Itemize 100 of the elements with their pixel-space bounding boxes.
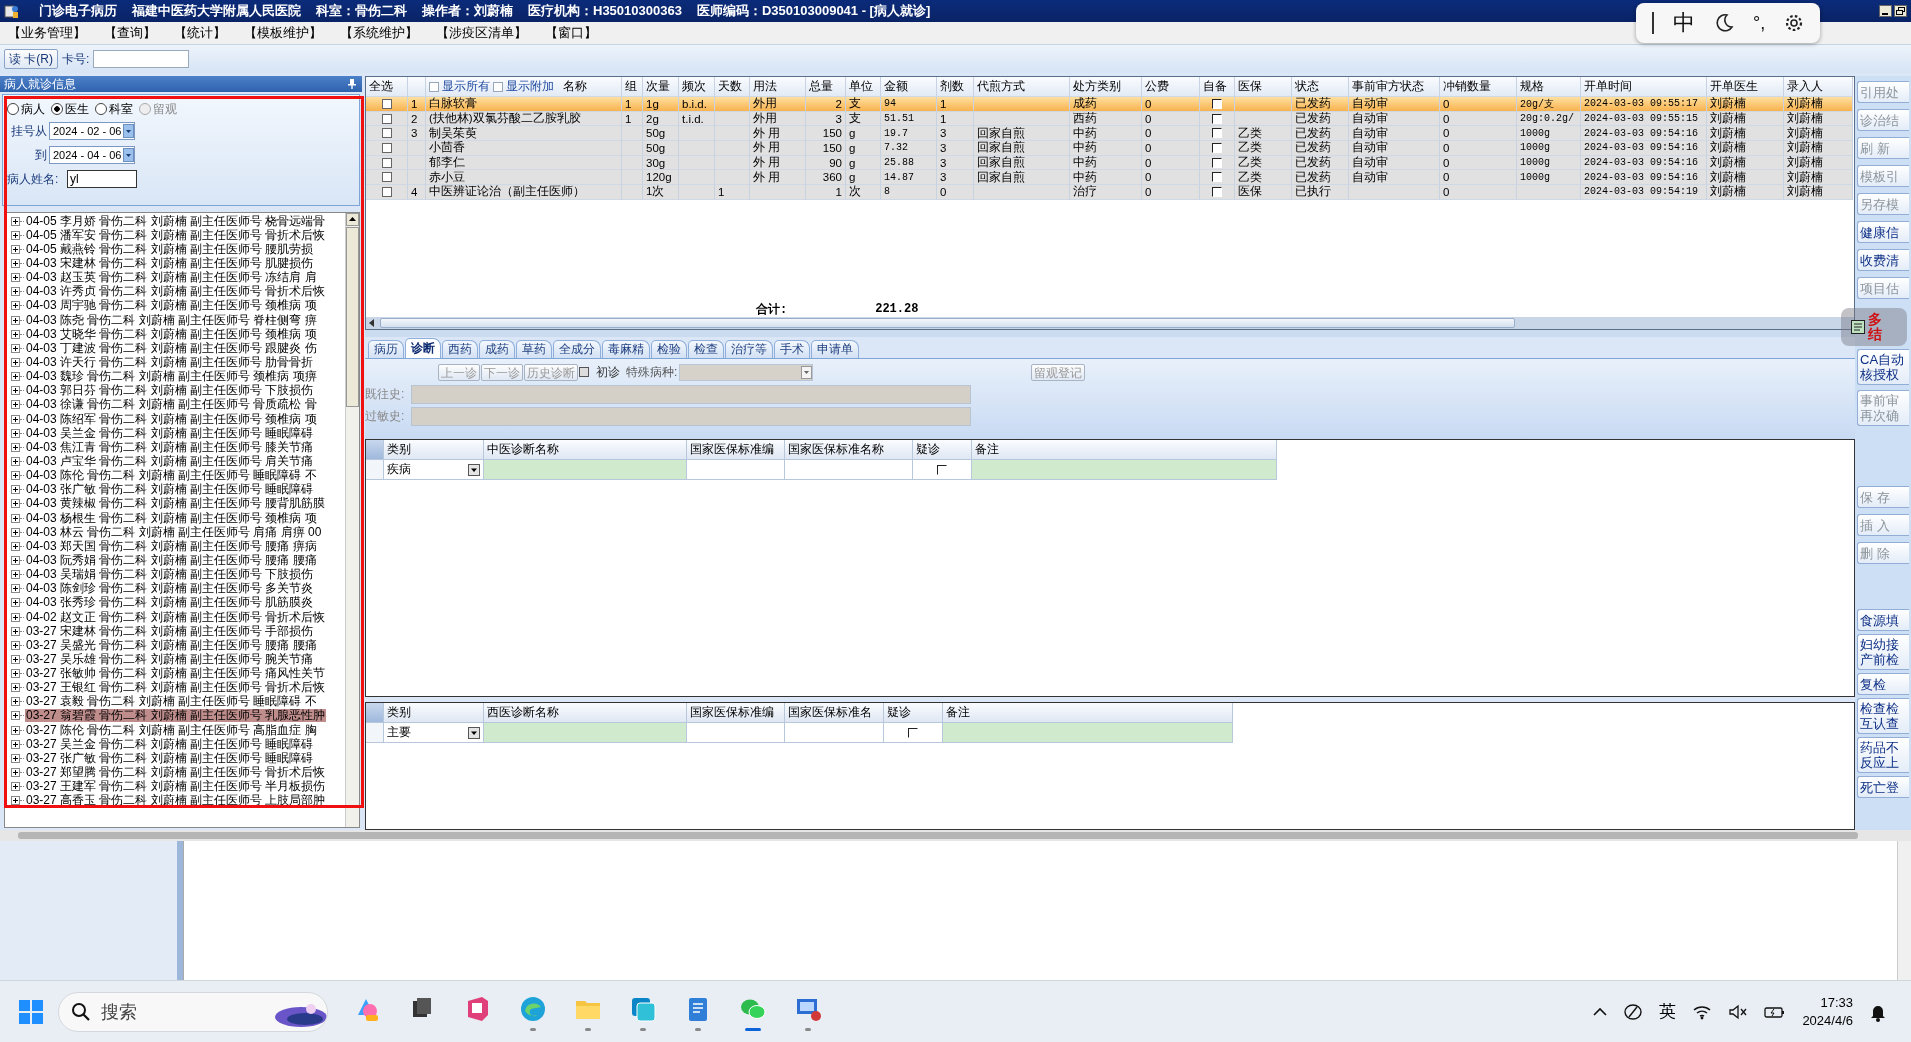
expand-icon[interactable] [11,230,20,240]
checkbox[interactable] [1212,172,1222,183]
chevron-up-icon[interactable] [1593,1006,1608,1017]
input-cell[interactable] [484,723,687,743]
expand-icon[interactable] [11,612,20,622]
column-header[interactable]: 国家医保标准名称 [785,440,913,460]
history-field[interactable] [411,384,971,404]
expand-icon[interactable] [11,782,20,792]
scrollbar[interactable] [366,317,1854,329]
ime-mode-button[interactable]: 中 [1672,8,1695,38]
scroll-thumb[interactable] [346,227,359,407]
visit-row[interactable]: 03-27 翁碧霞 骨伤二科 刘蔚楠 副主任医师号 乳腺恶性肿 [25,709,327,723]
visit-row[interactable]: 03-27 王建军 骨伤二科 刘蔚楠 副主任医师号 半月板损伤 [25,780,327,794]
expand-icon[interactable] [11,725,20,735]
expand-icon[interactable] [11,301,20,311]
column-header[interactable]: 组 [622,77,643,97]
column-header[interactable]: 处方类别 [1070,77,1142,97]
column-header[interactable]: 显示所有 显示附加 名称 [426,77,622,97]
expand-icon[interactable] [11,442,20,452]
visit-row[interactable]: 04-03 卢宝华 骨伤二科 刘蔚楠 副主任医师号 肩关节痛 [25,454,315,468]
expand-icon[interactable] [11,753,20,763]
checkbox[interactable] [1212,98,1222,109]
side-button[interactable]: 死亡登 [1857,776,1909,798]
visit-row[interactable]: 04-03 张广敏 骨伤二科 刘蔚楠 副主任医师号 睡眠障碍 [25,483,315,497]
patient-name-field[interactable]: yl [67,170,137,188]
expand-icon[interactable] [11,428,20,438]
column-header[interactable]: 疑诊 [913,440,972,460]
tab[interactable]: 全成分 [553,340,601,358]
input-cell[interactable] [484,460,687,480]
card-number-field[interactable] [93,50,190,68]
side-button[interactable]: 检查检 互认查 [1857,698,1909,734]
visit-row[interactable]: 04-03 陈伦 骨伤二科 刘蔚楠 副主任医师号 睡眠障碍 不 [25,469,318,483]
column-header[interactable]: 代煎方式 [974,77,1070,97]
speaker-muted-icon[interactable] [1728,1003,1749,1020]
tab[interactable]: 诊断 [405,338,441,358]
visit-row[interactable]: 04-03 丁建波 骨伤二科 刘蔚楠 副主任医师号 跟腱炎 伤 [25,341,318,355]
dropdown-button[interactable] [468,726,480,739]
side-button[interactable]: 健康信 [1857,221,1909,243]
visit-row[interactable]: 03-27 高香玉 骨伤二科 刘蔚楠 副主任医师号 上肢局部肿 [25,794,327,808]
radio-button[interactable] [51,103,63,115]
column-header[interactable]: 备注 [943,703,1233,723]
category-dropdown[interactable]: 主要 [384,723,484,743]
column-header[interactable]: 西医诊断名称 [484,703,687,723]
expand-icon[interactable] [11,570,20,580]
column-header[interactable]: 次量 [643,77,679,97]
tab[interactable]: 毒麻精 [602,340,650,358]
column-header[interactable]: 国家医保标准编 [687,703,785,723]
network-icon[interactable] [1623,1002,1644,1021]
visit-row[interactable]: 04-03 杨根生 骨伤二科 刘蔚楠 副主任医师号 颈椎病 项 [25,511,318,525]
expand-icon[interactable] [11,796,20,806]
expand-icon[interactable] [11,485,20,495]
visit-row[interactable]: 04-03 周宇驰 骨伤二科 刘蔚楠 副主任医师号 颈椎病 项 [25,299,318,313]
expand-icon[interactable] [11,386,20,396]
visit-row[interactable]: 04-03 徐谦 骨伤二科 刘蔚楠 副主任医师号 骨质疏松 骨 [25,398,318,412]
visit-row[interactable]: 04-03 赵玉英 骨伤二科 刘蔚楠 副主任医师号 冻结肩 肩 [25,271,318,285]
checkbox[interactable] [493,81,503,92]
checkbox[interactable] [1212,157,1222,168]
tab[interactable]: 成药 [479,340,515,358]
menu-item[interactable]: 【模板维护】 [244,24,322,42]
column-header[interactable]: 类别 [384,440,484,460]
expand-icon[interactable] [11,456,20,466]
side-button[interactable]: 复检 [1857,673,1909,695]
visit-row[interactable]: 03-27 吴兰金 骨伤二科 刘蔚楠 副主任医师号 睡眠障碍 [25,737,315,751]
visit-row[interactable]: 03-27 陈伦 骨伤二科 刘蔚楠 副主任医师号 高脂血症 胸 [25,723,318,737]
menu-item[interactable]: 【涉疫区清单】 [436,24,527,42]
checkbox[interactable] [381,172,392,183]
scrollbar[interactable] [0,830,1911,841]
visit-row[interactable]: 04-03 许天行 骨伤二科 刘蔚楠 副主任医师号 肋骨骨折 [25,355,315,369]
expand-icon[interactable] [11,669,20,679]
date-field[interactable]: 2024 - 02 - 06 [49,122,135,140]
visit-row[interactable]: 04-03 陈绍军 骨伤二科 刘蔚楠 副主任医师号 颈椎病 项 [25,412,318,426]
splitter-handle[interactable] [365,330,1855,337]
moon-icon[interactable] [1713,13,1734,33]
expand-icon[interactable] [11,372,20,382]
expand-icon[interactable] [11,315,20,325]
visit-row[interactable]: 04-05 戴燕铃 骨伤二科 刘蔚楠 副主任医师号 腰肌劳损 [25,242,315,256]
expand-icon[interactable] [11,499,20,509]
visit-row[interactable]: 04-02 赵文正 骨伤二科 刘蔚楠 副主任医师号 骨折术后恢 [25,610,327,624]
expand-icon[interactable] [11,768,20,778]
visit-row[interactable]: 03-27 吴盛光 骨伤二科 刘蔚楠 副主任医师号 腰痛 腰痛 [25,638,318,652]
column-header[interactable]: 状态 [1292,77,1349,97]
column-header[interactable]: 国家医保标准名 [785,703,884,723]
visit-row[interactable]: 04-03 艾晓华 骨伤二科 刘蔚楠 副主任医师号 颈椎病 项 [25,327,318,341]
tab[interactable]: 检查 [688,340,724,358]
special-disease-dropdown[interactable] [679,363,814,381]
checkbox[interactable] [429,81,439,92]
visit-row[interactable]: 03-27 袁毅 骨伤二科 刘蔚楠 副主任医师号 睡眠障碍 不 [25,695,318,709]
checkbox[interactable] [381,113,392,124]
tab[interactable]: 治疗等 [725,340,773,358]
visit-row[interactable]: 04-03 林云 骨伤二科 刘蔚楠 副主任医师号 肩痛 肩痹 00 [25,525,323,539]
column-header[interactable]: 金额 [881,77,937,97]
column-header[interactable]: 全选 [366,77,408,97]
radio-button[interactable] [7,103,19,115]
start-button[interactable] [18,998,44,1025]
tab[interactable]: 申请单 [811,340,859,358]
tab[interactable]: 病历 [368,340,404,358]
checkbox[interactable] [579,367,589,377]
visit-row[interactable]: 04-03 魏珍 骨伤二科 刘蔚楠 副主任医师号 颈椎病 项痹 [25,370,318,384]
side-button[interactable]: 妇幼接 产前检 [1857,634,1909,670]
column-header[interactable]: 中医诊断名称 [484,440,687,460]
